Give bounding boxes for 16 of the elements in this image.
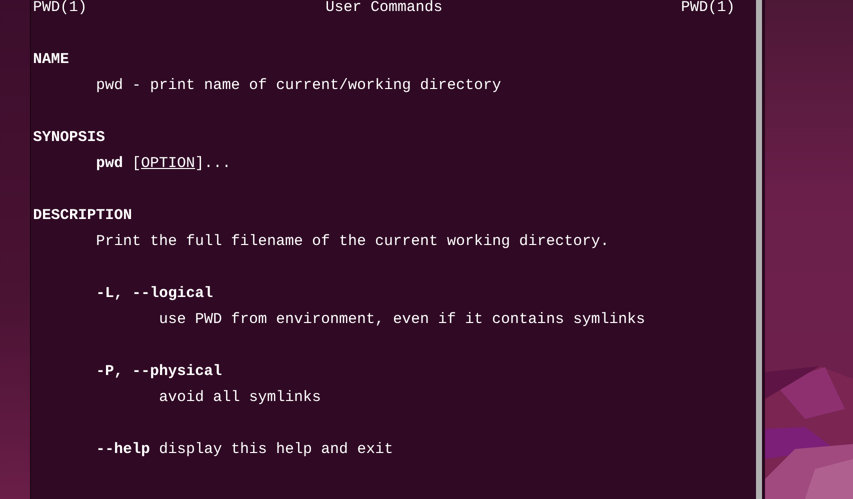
scrollbar[interactable] [756, 0, 762, 499]
man-text: pwd - print name of current/working directory [96, 76, 502, 96]
man-text: pwd [OPTION]... [96, 154, 232, 174]
option-name: -L, --logical [96, 284, 214, 304]
option-name: --help [96, 440, 150, 460]
page-header-label: PWD(1) [33, 0, 88, 18]
section-heading: DESCRIPTION [33, 206, 132, 226]
section-heading: SYNOPSIS [33, 128, 106, 148]
section-heading: NAME [33, 50, 70, 70]
option-name: -P, --physical [96, 362, 222, 382]
page-header-label: PWD(1) [680, 0, 735, 18]
man-text: Print the full filename of the current working directory. [96, 232, 610, 252]
option-description: avoid all symlinks [159, 388, 322, 408]
option-description: display this help and exit [159, 440, 394, 460]
option-description: use PWD from environment, even if it contains symlinks [159, 310, 646, 330]
page-header-title: User Commands [325, 0, 443, 18]
